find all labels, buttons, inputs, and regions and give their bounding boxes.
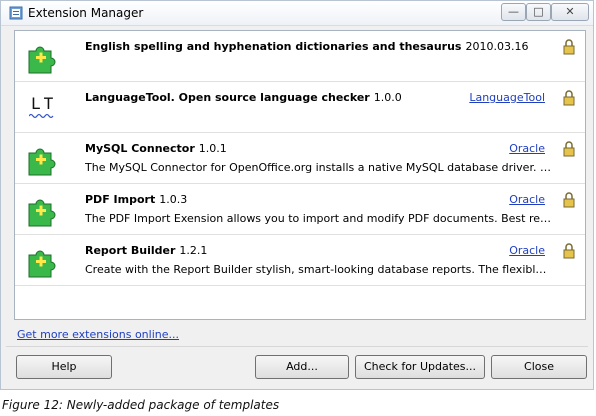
extension-row[interactable]: LT LanguageTool. Open source language ch… <box>15 82 585 133</box>
puzzle-icon <box>28 199 56 227</box>
maximize-icon: □ <box>533 5 544 18</box>
add-button[interactable]: Add... <box>255 355 349 379</box>
extension-description: Create with the Report Builder stylish, … <box>85 263 553 276</box>
puzzle-icon <box>28 46 56 74</box>
extension-manager-window: Extension Manager — □ ✕ English spelling… <box>0 0 594 390</box>
extension-row[interactable]: English spelling and hyphenation diction… <box>15 31 585 82</box>
extension-version: 1.0.3 <box>159 193 188 206</box>
publisher-link[interactable]: Oracle <box>509 142 545 155</box>
publisher-link[interactable]: Oracle <box>509 193 545 206</box>
extension-version: 1.0.0 <box>373 91 402 104</box>
check-for-updates-button[interactable]: Check for Updates... <box>355 355 485 379</box>
extension-row[interactable]: MySQL Connector 1.0.1 The MySQL Connector… <box>15 133 585 184</box>
puzzle-icon <box>28 250 56 278</box>
lock-icon <box>563 243 575 259</box>
close-icon: ✕ <box>565 5 575 18</box>
publisher-link[interactable]: Oracle <box>509 244 545 257</box>
extension-title: English spelling and hyphenation diction… <box>85 40 462 53</box>
divider <box>6 346 588 347</box>
languagetool-logo: LT <box>31 94 57 113</box>
minimize-button[interactable]: — <box>501 3 526 21</box>
extension-list[interactable]: English spelling and hyphenation diction… <box>14 30 586 320</box>
extension-title: Report Builder <box>85 244 176 257</box>
close-button[interactable]: Close <box>491 355 587 379</box>
minimize-icon: — <box>508 5 519 18</box>
extension-title: PDF Import <box>85 193 156 206</box>
extension-description: The PDF Import Exension allows you to im… <box>85 212 553 225</box>
lock-icon <box>563 39 575 55</box>
lock-icon <box>563 90 575 106</box>
extension-name: Report Builder 1.2.1 <box>85 244 207 257</box>
figure-caption: Figure 12: Newly-added package of templa… <box>2 398 280 412</box>
extension-version: 1.0.1 <box>198 142 227 155</box>
window-title: Extension Manager <box>28 6 144 20</box>
extension-version: 2010.03.16 <box>465 40 529 53</box>
extension-name: English spelling and hyphenation diction… <box>85 40 528 53</box>
window-close-button[interactable]: ✕ <box>551 3 589 21</box>
extension-title: LanguageTool. Open source language check… <box>85 91 370 104</box>
publisher-link[interactable]: LanguageTool <box>469 91 545 104</box>
extension-row[interactable]: PDF Import 1.0.3 The PDF Import Exension … <box>15 184 585 235</box>
extension-name: LanguageTool. Open source language check… <box>85 91 402 104</box>
languagetool-icon: LT <box>25 94 59 124</box>
extension-version: 1.2.1 <box>179 244 208 257</box>
lock-icon <box>563 141 575 157</box>
extension-name: PDF Import 1.0.3 <box>85 193 187 206</box>
extension-title: MySQL Connector <box>85 142 195 155</box>
help-button[interactable]: Help <box>16 355 112 379</box>
extension-name: MySQL Connector 1.0.1 <box>85 142 227 155</box>
maximize-button[interactable]: □ <box>526 3 551 21</box>
extension-row[interactable]: Report Builder 1.2.1 Create with the Repo… <box>15 235 585 286</box>
title-bar[interactable]: Extension Manager — □ ✕ <box>1 1 593 26</box>
lock-icon <box>563 192 575 208</box>
extension-description: The MySQL Connector for OpenOffice.org i… <box>85 161 553 174</box>
squiggle-underline <box>29 113 54 119</box>
get-more-extensions-link[interactable]: Get more extensions online... <box>17 328 179 341</box>
app-icon <box>9 6 23 20</box>
puzzle-icon <box>28 148 56 176</box>
